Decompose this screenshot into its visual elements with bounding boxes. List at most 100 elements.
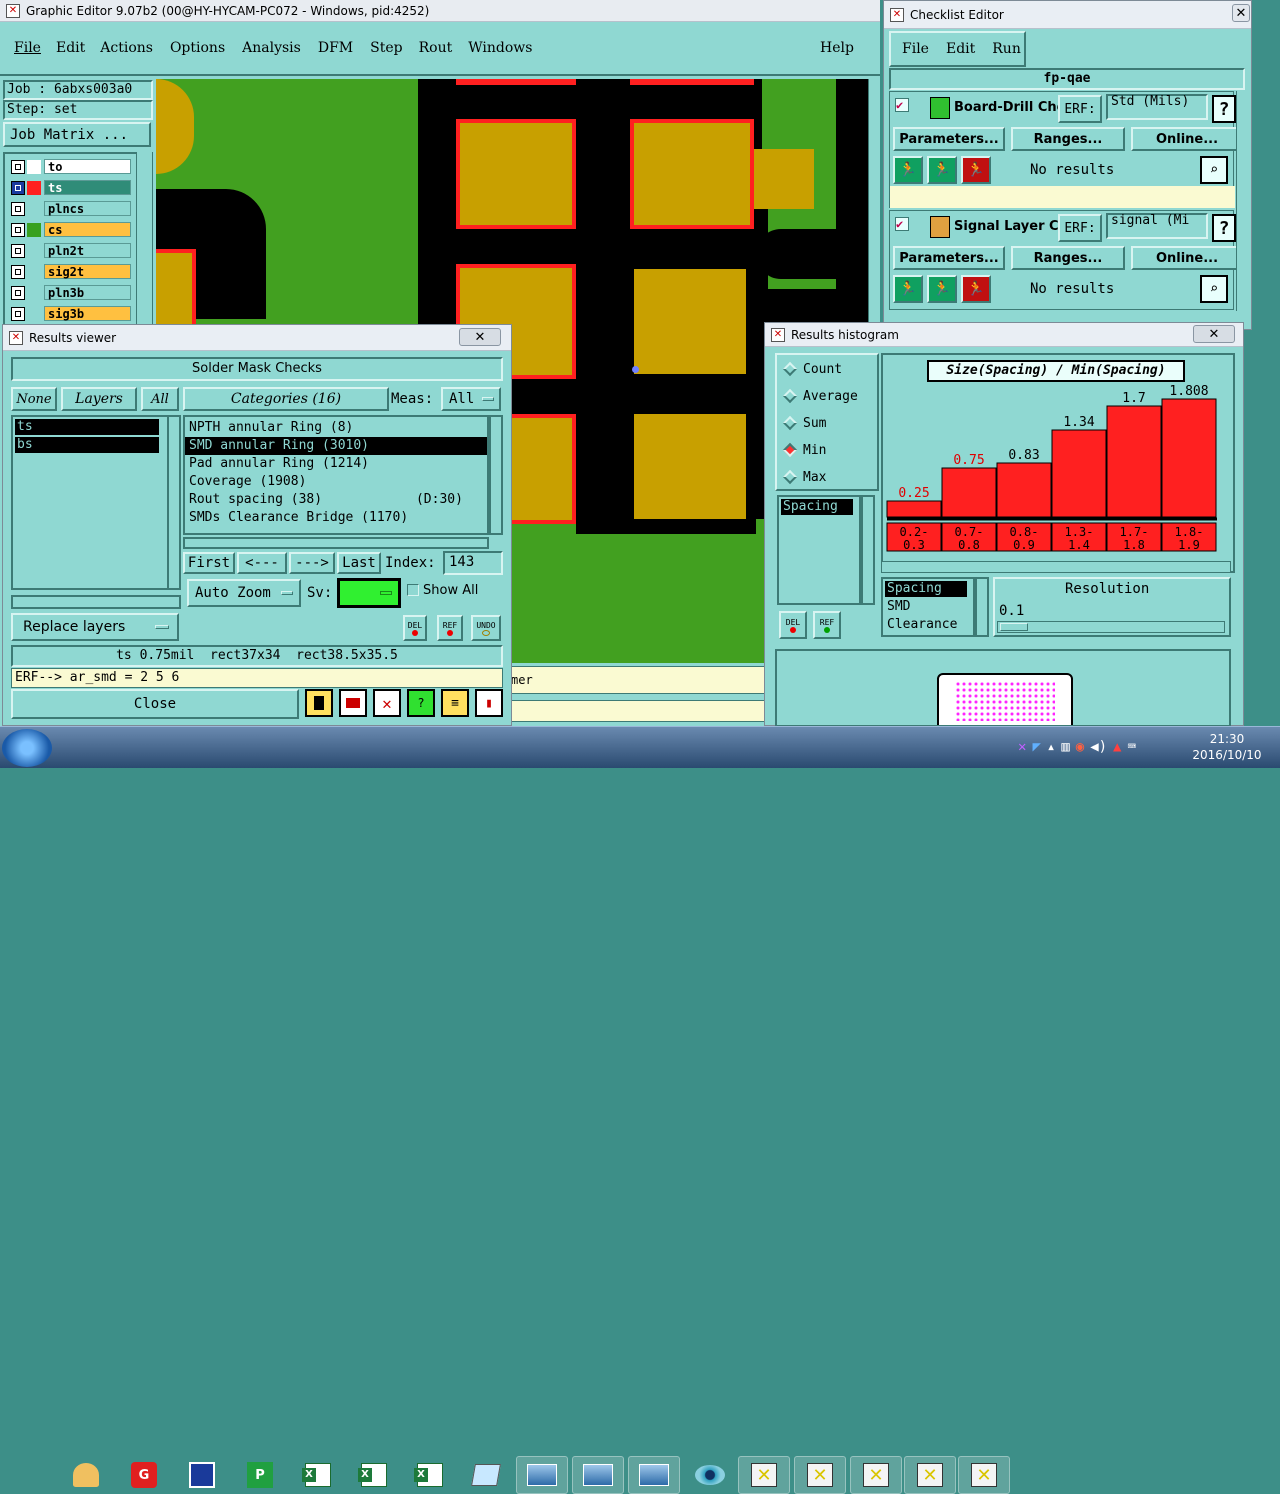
layer-row-ts[interactable]: ts [11, 179, 131, 196]
layer-name[interactable]: plncs [44, 201, 131, 216]
layer-name[interactable]: pln3b [44, 285, 131, 300]
run-icon[interactable]: 🏃 [893, 156, 923, 184]
online-button[interactable]: Online... [1131, 127, 1243, 151]
first-button[interactable]: First [183, 552, 235, 574]
tray-up-icon[interactable]: ▴ [1047, 739, 1055, 755]
auto-zoom-select[interactable]: Auto Zoom [187, 579, 301, 607]
category-item[interactable]: SMD annular Ring (3010) [185, 437, 487, 455]
layer-color-swatch[interactable] [27, 285, 41, 300]
layer-checkbox[interactable] [11, 306, 25, 321]
layer-color-swatch[interactable] [27, 180, 41, 195]
replace-layers-button[interactable]: Replace layers [11, 613, 179, 641]
layer-color-swatch[interactable] [27, 201, 41, 216]
parameters-button[interactable]: Parameters... [893, 127, 1005, 151]
toolbar-icon-2[interactable] [339, 689, 367, 717]
layer-list-hscroll[interactable] [11, 595, 181, 609]
tray-volume-icon[interactable]: ◀) [1090, 739, 1107, 755]
histogram-icon[interactable]: ▮ [475, 689, 503, 717]
taskbar-shell-icon[interactable] [60, 1456, 112, 1494]
tray-flag-icon[interactable]: ▲ [1113, 739, 1121, 755]
mode-min[interactable]: Min [782, 439, 826, 461]
start-button[interactable] [2, 729, 52, 767]
histogram-list[interactable]: Spacing [777, 495, 861, 605]
mode-max[interactable]: Max [782, 466, 826, 488]
next-button[interactable]: ---> [289, 552, 335, 574]
taskbar-app-p-icon[interactable]: P [234, 1456, 286, 1494]
zoom-icon[interactable]: ⌕ [1200, 275, 1228, 303]
list-item[interactable]: Spacing [781, 499, 853, 515]
ref-button[interactable]: REF [437, 615, 463, 641]
histogram-bar[interactable] [886, 500, 942, 518]
histogram-bar[interactable] [1161, 398, 1217, 518]
layer-color-swatch[interactable] [27, 306, 41, 321]
histogram-bar[interactable] [941, 467, 997, 518]
layer-row-pln2t[interactable]: pln2t [11, 242, 131, 259]
sv-color-select[interactable] [337, 578, 401, 608]
layer-row-sig2t[interactable]: sig2t [11, 263, 131, 280]
taskbar-xwin-icon-3[interactable]: ✕ [850, 1456, 902, 1494]
taskbar-image-icon-3[interactable] [628, 1456, 680, 1494]
tray-x-icon[interactable]: ✕ [1018, 739, 1026, 755]
taskbar-notepad-icon[interactable] [460, 1456, 512, 1494]
checklist-menu-file[interactable]: File [902, 41, 929, 57]
layer-checkbox[interactable] [11, 159, 25, 174]
erf-button[interactable]: ERF: [1058, 95, 1102, 123]
layer-checkbox[interactable] [11, 222, 25, 237]
run-fail-icon[interactable]: 🏃 [961, 275, 991, 303]
layer-checkbox[interactable] [11, 285, 25, 300]
layer-name[interactable]: sig2t [44, 264, 131, 279]
layer-checkbox[interactable] [11, 201, 25, 216]
histogram-close-button[interactable]: ✕ [1193, 325, 1235, 343]
list-item[interactable]: Spacing [885, 581, 967, 597]
hist-ref-button[interactable]: REF [813, 611, 841, 639]
tray-bird-icon[interactable]: ◤ [1032, 739, 1040, 755]
layer-row-to[interactable]: to [11, 158, 131, 175]
layer-color-swatch[interactable] [27, 222, 41, 237]
taskbar-app-g-icon[interactable]: G [118, 1456, 170, 1494]
checklist-close-button[interactable]: ✕ [1232, 4, 1250, 22]
resolution-slider[interactable] [997, 621, 1225, 633]
check-enabled-checkbox[interactable]: ✔ [895, 217, 909, 231]
category-item[interactable]: Coverage (1908) [185, 473, 487, 491]
prev-button[interactable]: <--- [237, 552, 287, 574]
tray-shield-icon[interactable]: ◉ [1076, 739, 1084, 755]
category-list-hscroll[interactable] [183, 537, 489, 549]
erf-value-field[interactable]: signal (Mi [1106, 213, 1208, 239]
taskbar-excel-icon-3[interactable] [404, 1456, 456, 1494]
check-enabled-checkbox[interactable]: ✔ [895, 98, 909, 112]
index-input[interactable]: 143 [443, 551, 503, 575]
mode-sum[interactable]: Sum [782, 412, 826, 434]
histogram-bar[interactable] [1051, 429, 1107, 518]
taskbar-eye-icon[interactable] [684, 1456, 736, 1494]
sub-list-vscroll[interactable] [975, 577, 989, 637]
layer-checkbox[interactable] [11, 180, 25, 195]
taskbar-excel-icon-2[interactable] [348, 1456, 400, 1494]
list-item[interactable]: Clearance [885, 617, 967, 633]
taskbar-xwin-icon-2[interactable]: ✕ [794, 1456, 846, 1494]
menu-analysis[interactable]: Analysis [242, 40, 301, 56]
chart-hscroll[interactable] [881, 561, 1231, 573]
histogram-list-vscroll[interactable] [861, 495, 875, 605]
help-button[interactable]: ? [1212, 214, 1236, 242]
layer-row-plncs[interactable]: plncs [11, 200, 131, 217]
layer-row-cs[interactable]: cs [11, 221, 131, 238]
layer-color-swatch[interactable] [27, 159, 41, 174]
layer-row-pln3b[interactable]: pln3b [11, 284, 131, 301]
hist-del-button[interactable]: DEL [779, 611, 807, 639]
taskbar-xwin-icon-4[interactable]: ✕ [904, 1456, 956, 1494]
category-list[interactable]: NPTH annular Ring (8) SMD annular Ring (3… [183, 415, 489, 535]
slider-thumb[interactable] [1000, 623, 1028, 631]
online-button[interactable]: Online... [1131, 246, 1243, 270]
list-item[interactable]: ts [15, 419, 159, 435]
run-stop-icon[interactable]: 🏃 [927, 156, 957, 184]
close-button[interactable]: Close [11, 689, 299, 719]
last-button[interactable]: Last [337, 552, 381, 574]
menu-dfm[interactable]: DFM [318, 40, 353, 56]
undo-button[interactable]: UNDO [471, 615, 501, 641]
checklist-vscroll[interactable] [1236, 91, 1248, 311]
toolbar-icon-4[interactable]: ? [407, 689, 435, 717]
category-item[interactable]: Rout spacing (38) (D:30) [185, 491, 487, 509]
mode-count[interactable]: Count [782, 358, 842, 380]
all-layers-button[interactable]: All [141, 387, 179, 411]
histogram-bar[interactable] [996, 462, 1052, 518]
